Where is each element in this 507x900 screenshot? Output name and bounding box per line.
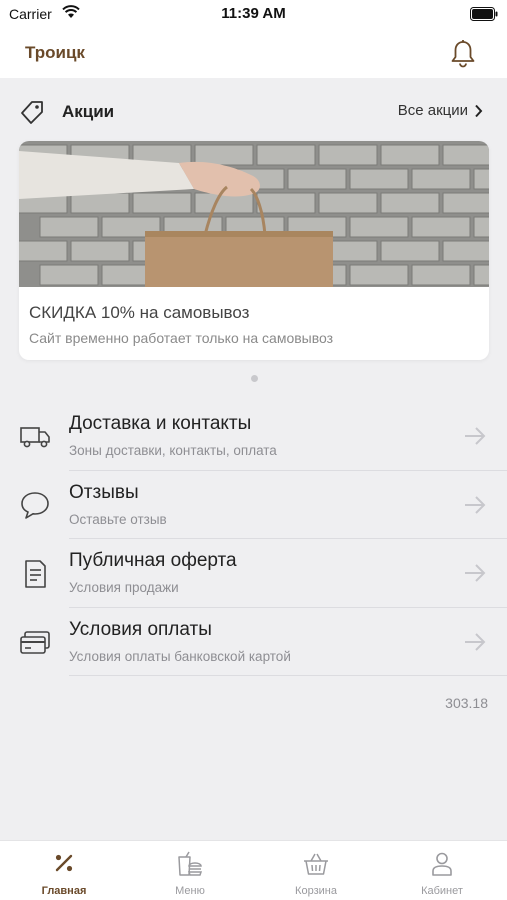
tab-label: Корзина — [295, 885, 337, 897]
promo-card[interactable]: СКИДКА 10% на самовывоз Сайт временно ра… — [19, 141, 489, 360]
carousel-page-indicator — [251, 375, 258, 382]
chevron-right-icon — [475, 104, 483, 117]
menu-item-subtitle: Условия продажи — [69, 580, 179, 595]
document-icon — [25, 560, 46, 588]
tab-account[interactable]: Кабинет — [379, 841, 505, 900]
chat-bubble-icon — [21, 491, 49, 519]
info-menu-list: Доставка и контакты Зоны доставки, конта… — [0, 402, 507, 676]
status-time: 11:39 AM — [221, 5, 286, 22]
bell-icon[interactable] — [449, 39, 477, 69]
arrow-right-icon — [465, 495, 486, 514]
all-promos-label: Все акции — [397, 102, 468, 119]
app-header: Троицк — [0, 30, 507, 78]
tab-label: Главная — [41, 885, 87, 897]
divider — [69, 675, 507, 676]
tag-icon — [21, 101, 43, 124]
menu-item-subtitle: Условия оплаты банковской картой — [69, 648, 291, 664]
arrow-right-icon — [465, 427, 486, 445]
menu-item-subtitle: Зоны доставки, контакты, оплата — [69, 443, 277, 458]
tab-label: Кабинет — [421, 885, 463, 897]
menu-item-title: Доставка и контакты — [69, 413, 252, 434]
menu-item-title: Условия оплаты — [69, 618, 212, 640]
menu-item-reviews[interactable]: Отзывы Оставьте отзыв — [0, 471, 507, 539]
promo-subtitle: Сайт временно работает только на самовыв… — [29, 330, 334, 346]
menu-item-subtitle: Оставьте отзыв — [69, 511, 167, 527]
credit-card-icon — [20, 630, 50, 654]
tab-home[interactable]: Главная — [1, 841, 127, 900]
arrow-right-icon — [465, 632, 486, 651]
tab-menu[interactable]: Меню — [127, 841, 253, 900]
promos-title: Акции — [62, 102, 115, 121]
tab-cart[interactable]: Корзина — [253, 841, 379, 900]
tab-label: Меню — [175, 885, 205, 897]
promo-image — [19, 141, 489, 287]
menu-item-public-offer[interactable]: Публичная оферта Условия продажи — [0, 539, 507, 608]
all-promos-link[interactable]: Все акции — [398, 102, 483, 119]
percent-icon — [55, 854, 73, 872]
menu-item-payment-terms[interactable]: Условия оплаты Условия оплаты банковской… — [0, 608, 507, 676]
tab-bar: Главная Меню Корзина Кабинет — [0, 840, 507, 900]
city-selector[interactable]: Троицк — [25, 43, 85, 63]
user-icon — [432, 852, 452, 876]
truck-icon — [20, 427, 50, 448]
menu-item-title: Публичная оферта — [69, 550, 237, 571]
promo-headline: СКИДКА 10% на самовывоз — [29, 303, 250, 322]
menu-item-title: Отзывы — [69, 481, 139, 503]
arrow-right-icon — [465, 564, 486, 582]
app-version: 303.18 — [445, 695, 488, 711]
status-bar: Carrier 11:39 AM — [0, 0, 507, 30]
promos-header: Акции Все акции — [0, 95, 507, 127]
battery-icon — [470, 7, 498, 21]
menu-item-delivery[interactable]: Доставка и контакты Зоны доставки, конта… — [0, 402, 507, 471]
basket-icon — [304, 853, 328, 875]
food-menu-icon — [178, 851, 203, 876]
